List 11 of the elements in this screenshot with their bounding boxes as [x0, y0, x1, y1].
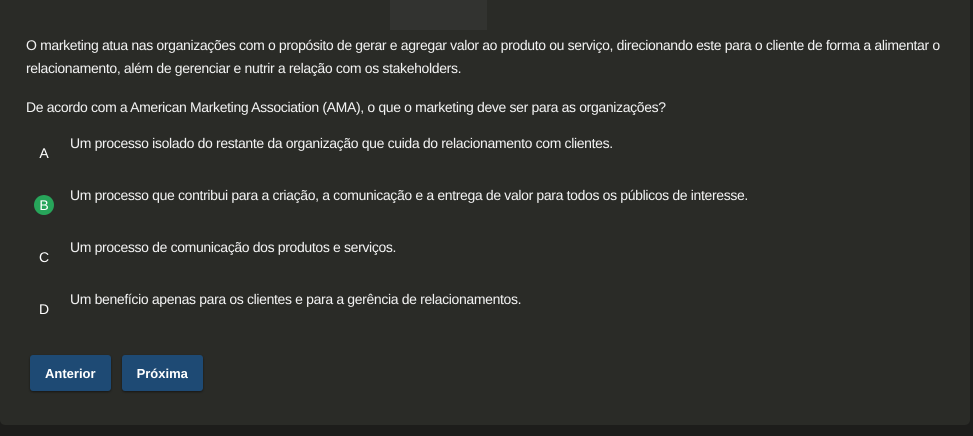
option-letter[interactable]: A — [34, 143, 54, 163]
next-button[interactable]: Próxima — [122, 355, 203, 391]
option-text[interactable]: Um processo de comunicação dos produtos e serviços. — [70, 238, 396, 256]
question-text: De acordo com a American Marketing Association (AMA), o que o marketing deve ser para as organizações? — [26, 98, 667, 117]
option-text[interactable]: Um processo que contribui para a criação, a comunicação e a entrega de valor para todos os públicos de interesse. — [70, 186, 748, 204]
option-text[interactable]: Um benefício apenas para os clientes e para a gerência de relacionamentos. — [70, 290, 522, 308]
previous-button[interactable]: Anterior — [30, 355, 111, 391]
context-paragraph: O marketing atua nas organizações com o propósito de gerar e agregar valor ao produto ou serviço, direcionando este para o cliente de forma a alimentar o relacionamento, além de gerenciar e nutrir a relação com os stakeholders. — [26, 36, 941, 78]
option-text[interactable]: Um processo isolado do restante da organização que cuida do relacionamento com clientes. — [70, 134, 613, 152]
option-letter[interactable]: C — [34, 247, 54, 267]
option-letter[interactable]: D — [34, 299, 54, 319]
